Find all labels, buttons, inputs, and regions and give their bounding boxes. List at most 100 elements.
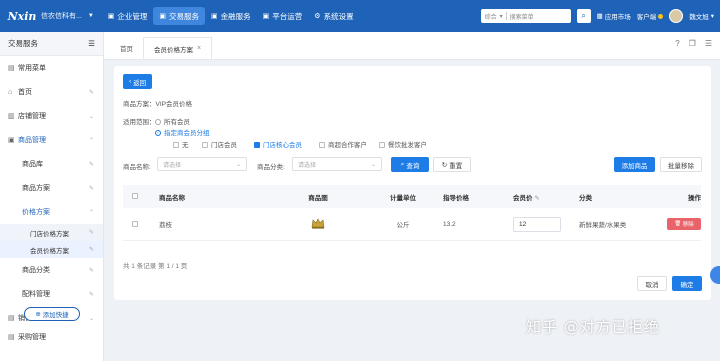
sidebar-item-label: 店铺管理	[18, 113, 46, 120]
sidebar-item-goods-plan[interactable]: 商品方案 ✎	[0, 176, 103, 200]
pin-icon[interactable]: ✎	[89, 246, 94, 253]
batch-remove-button[interactable]: 批量移除	[660, 157, 702, 172]
col-header-guide-price: 指导价格	[443, 194, 469, 202]
header-checkbox[interactable]	[123, 193, 145, 200]
nav-label: 企业管理	[117, 11, 148, 21]
select-placeholder: 请选择	[298, 162, 317, 169]
query-label: 查询	[406, 162, 420, 170]
client-link[interactable]: 客户端	[637, 11, 664, 21]
pin-icon[interactable]: ✎	[89, 89, 94, 96]
sidebar-item-label: 商品方案	[22, 185, 50, 192]
cell-unit: 公斤	[396, 222, 410, 229]
product-image	[311, 217, 325, 229]
pin-icon[interactable]: ✎	[89, 291, 94, 298]
radio-checked-icon	[155, 130, 161, 137]
sidebar-item-common[interactable]: ▤ 常用菜单	[0, 56, 103, 80]
name-filter-select[interactable]: 请选择 ⌄	[157, 157, 247, 171]
org-selector[interactable]: 信农信科有...	[41, 11, 82, 21]
row-checkbox[interactable]	[123, 220, 145, 228]
search-box[interactable]: 综合 ▾ 搜索菜单	[480, 9, 571, 23]
user-name: 魏文旭	[689, 14, 709, 21]
confirm-button[interactable]: 确定	[672, 276, 702, 291]
cancel-button[interactable]: 取消	[637, 276, 667, 291]
search-scope[interactable]: 综合	[485, 12, 497, 21]
notification-badge-icon	[658, 13, 664, 19]
cell-guide-price: 13.2	[443, 220, 456, 228]
nav-trade[interactable]: ▣ 交易服务	[153, 7, 206, 25]
group-label: 无	[182, 142, 189, 149]
scope-all-label: 所有会员	[164, 119, 190, 126]
search-icon[interactable]: ⌕	[576, 9, 591, 23]
nav-label: 平台运营	[272, 11, 303, 21]
pin-icon[interactable]: ✎	[89, 267, 94, 274]
sidebar-item-shop[interactable]: ▥ 店铺管理 ⌄	[0, 104, 103, 128]
member-price-input[interactable]: 12	[513, 216, 561, 232]
name-filter-label: 商品名称:	[123, 164, 151, 171]
sidebar-item-ingredients[interactable]: 配料管理 ✎	[0, 282, 103, 306]
reset-button[interactable]: ↻ 重置	[433, 157, 471, 172]
chevron-down-icon[interactable]: ▾	[500, 13, 503, 20]
pin-icon[interactable]: ✎	[89, 229, 94, 236]
search-input[interactable]: 搜索菜单	[510, 12, 534, 21]
tab-home[interactable]: 首页	[110, 37, 143, 59]
add-goods-button[interactable]: 添加商品	[614, 157, 655, 172]
grid-icon: ▦	[596, 13, 603, 20]
logo[interactable]: Nxin	[7, 7, 37, 25]
tab-bar: 首页 会员价格方案 × ? ❐ ☰	[104, 32, 720, 60]
category-filter-select[interactable]: 请选择 ⌄	[292, 157, 382, 171]
sidebar-item-purchase[interactable]: ▤ 采购管理	[0, 330, 103, 344]
app-market-link[interactable]: ▦ 应用市场	[597, 11, 631, 21]
nav-platform[interactable]: ▣ 平台运营	[257, 7, 309, 25]
nav-enterprise[interactable]: ▣ 企业管理	[102, 7, 154, 25]
nav-settings[interactable]: ⚙ 系统设置	[308, 7, 359, 25]
user-menu[interactable]: 魏文旭 ▾	[689, 11, 714, 21]
help-bubble[interactable]	[710, 266, 720, 284]
remove-button[interactable]: 🗑 移除	[667, 218, 701, 230]
sidebar-item-label: 会员价格方案	[30, 247, 69, 255]
sidebar-item-home[interactable]: ⌂ 首页 ✎	[0, 80, 103, 104]
group-checkbox-store[interactable]: 门店会员	[202, 139, 237, 149]
chevron-up-icon: ⌃	[88, 137, 94, 144]
group-label: 商超合作客户	[328, 142, 367, 149]
chevron-down-icon[interactable]: ▼	[88, 13, 94, 19]
group-checkbox-catering[interactable]: 餐饮批发客户	[379, 139, 427, 149]
scope-all-radio[interactable]: 所有会员	[155, 116, 190, 126]
sidebar-item-store-price[interactable]: 门店价格方案 ✎	[0, 224, 103, 241]
avatar[interactable]	[669, 9, 684, 23]
checkbox-icon	[202, 142, 208, 149]
add-shortcut-button[interactable]: ⊕ 添加快捷	[24, 307, 80, 321]
sidebar-item-goods[interactable]: ▣ 商品管理 ⌃	[0, 128, 103, 152]
col-header-unit: 计量单位	[390, 194, 416, 202]
scope-group-radio[interactable]: 指定商会员分组	[155, 127, 210, 137]
sidebar-item-goods-lib[interactable]: 商品库 ✎	[0, 152, 103, 176]
tab-member-price[interactable]: 会员价格方案 ×	[143, 37, 213, 59]
cell-action: 🗑 移除	[663, 218, 701, 230]
radio-icon	[155, 119, 161, 126]
more-icon[interactable]: ☰	[705, 39, 712, 48]
group-checkbox-super[interactable]: 商超合作客户	[319, 139, 367, 149]
close-icon[interactable]: ×	[197, 45, 201, 52]
pin-icon[interactable]: ✎	[89, 161, 94, 168]
back-button[interactable]: ‹ 返回	[123, 74, 153, 89]
nav-finance[interactable]: ▣ 金融服务	[205, 7, 257, 25]
sidebar-item-member-price[interactable]: 会员价格方案 ✎	[0, 241, 103, 258]
table-header: 商品名称 商品图 计量单位 指导价格 会员价 ✎ 分类 操作	[123, 185, 701, 208]
pin-icon[interactable]: ✎	[89, 185, 94, 192]
query-button[interactable]: ⌕ 查询	[391, 157, 429, 172]
copy-icon[interactable]: ❐	[689, 39, 696, 48]
plus-circle-icon: ⊕	[35, 311, 41, 318]
edit-icon[interactable]: ✎	[534, 195, 539, 202]
group-checkbox-core[interactable]: 门店核心会员	[254, 139, 302, 149]
checkbox-icon	[379, 142, 385, 149]
sidebar-item-label: 首页	[18, 89, 32, 96]
group-label: 餐饮批发客户	[388, 142, 427, 149]
pagination-info: 共 1 条记录 第 1 / 1 页	[123, 263, 188, 270]
table-row: 荔枝 公斤 13.2 12 新鲜果蔬/水果类 🗑 移除	[123, 208, 701, 241]
sidebar-item-category[interactable]: 商品分类 ✎	[0, 258, 103, 282]
help-icon[interactable]: ?	[675, 39, 679, 48]
sidebar-item-price-plan[interactable]: 价格方案 ⌃	[0, 200, 103, 224]
group-checkbox-none[interactable]: 无	[173, 139, 189, 149]
nav-label: 金融服务	[220, 11, 251, 21]
goods-icon: ▣	[8, 137, 15, 144]
collapse-icon[interactable]: ☰	[88, 39, 95, 48]
